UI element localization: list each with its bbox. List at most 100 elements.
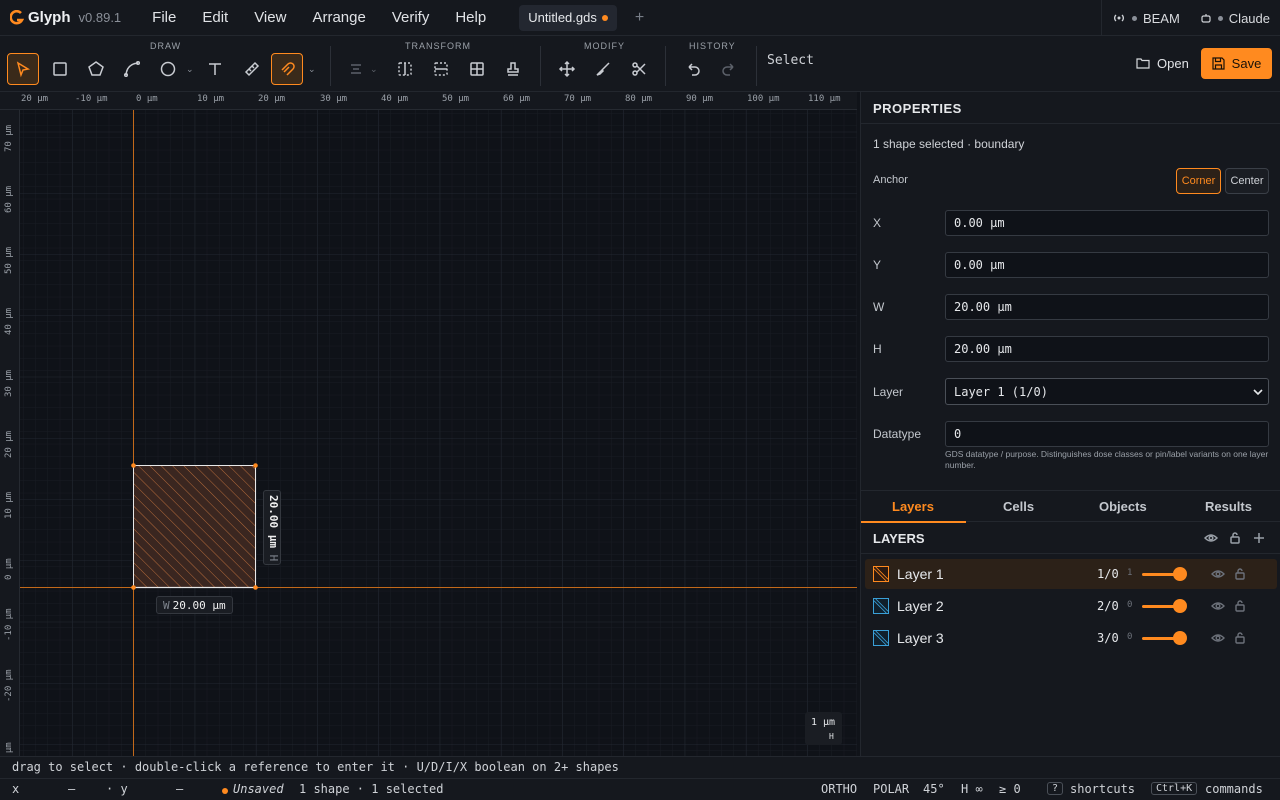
undo-button[interactable] xyxy=(677,53,709,85)
y-input[interactable]: 0.00 µm xyxy=(945,252,1269,278)
brush-icon xyxy=(596,62,610,76)
layer-name: Layer 2 xyxy=(897,598,944,614)
ortho-toggle[interactable]: ORTHO xyxy=(821,782,857,796)
unlock-icon[interactable] xyxy=(1233,567,1247,581)
add-layer-plus-icon[interactable] xyxy=(1252,531,1266,545)
move-button[interactable] xyxy=(551,53,583,85)
ruler-x-tick: 100 µm xyxy=(747,94,780,104)
layer-opacity-knob[interactable] xyxy=(1173,567,1187,581)
menu-verify[interactable]: Verify xyxy=(379,9,443,26)
paint-button[interactable] xyxy=(587,53,619,85)
ruler-tool-button[interactable] xyxy=(236,53,268,85)
eye-icon[interactable] xyxy=(1211,631,1225,645)
ruler-x-tick: 10 µm xyxy=(197,94,225,104)
commands-key: Ctrl+K xyxy=(1151,782,1198,795)
layout-canvas[interactable]: 20 µm -10 µm 0 µm 10 µm 20 µm 30 µm 40 µ… xyxy=(0,92,857,756)
height-input[interactable]: 20.00 µm xyxy=(945,336,1269,362)
tab-objects[interactable]: Objects xyxy=(1099,499,1147,514)
claude-indicator[interactable]: Claude xyxy=(1190,11,1280,26)
layer-opacity-knob[interactable] xyxy=(1173,631,1187,645)
layer-select[interactable]: Layer 1 (1/0) xyxy=(945,378,1269,405)
angle-step[interactable]: 45° xyxy=(923,782,945,796)
layer-name: Layer 1 xyxy=(897,566,944,582)
menu-file[interactable]: File xyxy=(139,9,189,26)
x-input[interactable]: 0.00 µm xyxy=(945,210,1269,236)
beam-indicator[interactable]: BEAM xyxy=(1102,11,1190,26)
canvas-grid[interactable] xyxy=(20,110,857,756)
unlock-icon[interactable] xyxy=(1233,631,1247,645)
eye-icon[interactable] xyxy=(1204,531,1218,545)
stamp-button[interactable] xyxy=(497,53,529,85)
square-icon xyxy=(53,62,67,76)
ruler-y-tick: 0 µm xyxy=(4,742,14,756)
x-label: X xyxy=(873,216,882,230)
ruler-x-tick: 50 µm xyxy=(442,94,470,104)
anchor-corner-button[interactable]: Corner xyxy=(1176,168,1221,194)
group-label-history: HISTORY xyxy=(689,41,736,51)
glyph-logo-icon xyxy=(10,9,24,24)
main-menu: File Edit View Arrange Verify Help xyxy=(139,9,499,26)
circle-dropdown-chevron-icon[interactable]: ⌄ xyxy=(186,64,194,75)
snap-dropdown-chevron-icon[interactable]: ⌄ xyxy=(308,64,316,75)
polygon-tool-button[interactable] xyxy=(80,53,112,85)
tab-cells[interactable]: Cells xyxy=(1003,499,1034,514)
tab-layers[interactable]: Layers xyxy=(892,499,934,514)
text-tool-button[interactable] xyxy=(199,53,231,85)
unlock-icon[interactable] xyxy=(1233,599,1247,613)
layer-row[interactable]: Layer 3 3/0 0 xyxy=(865,623,1277,653)
anchor-center-button[interactable]: Center xyxy=(1225,168,1269,194)
align-button[interactable] xyxy=(340,53,372,85)
cut-button[interactable] xyxy=(623,53,655,85)
layers-header-actions xyxy=(1204,531,1266,545)
layer-opacity-knob[interactable] xyxy=(1173,599,1187,613)
path-tool-button[interactable] xyxy=(116,53,148,85)
scissors-icon xyxy=(632,62,646,76)
flip-vertical-button[interactable] xyxy=(425,53,457,85)
commands-link[interactable]: commands xyxy=(1205,782,1263,796)
grid-icon xyxy=(470,62,484,76)
menu-edit[interactable]: Edit xyxy=(189,9,241,26)
scale-unit: H xyxy=(829,732,834,741)
w-label: W xyxy=(873,300,885,314)
layer-shape-count: 0 xyxy=(1127,600,1133,610)
layer-row[interactable]: Layer 1 1/0 1 xyxy=(865,559,1277,589)
redo-button[interactable] xyxy=(713,53,745,85)
ruler-y-tick: 60 µm xyxy=(4,185,14,213)
rectangle-tool-button[interactable] xyxy=(44,53,76,85)
flip-horizontal-button[interactable] xyxy=(389,53,421,85)
select-tool-button[interactable] xyxy=(7,53,39,85)
height-dimension-label: 20.00 µm H xyxy=(263,490,281,565)
new-tab-plus-icon[interactable]: + xyxy=(635,9,644,27)
array-button[interactable] xyxy=(461,53,493,85)
menu-arrange[interactable]: Arrange xyxy=(299,9,378,26)
align-dropdown-chevron-icon[interactable]: ⌄ xyxy=(370,64,378,75)
ruler-x-tick: 0 µm xyxy=(136,94,158,104)
menu-view[interactable]: View xyxy=(241,9,299,26)
y-label: Y xyxy=(873,258,882,272)
shortcuts-key: ? xyxy=(1047,782,1064,795)
open-button[interactable]: Open xyxy=(1126,48,1199,78)
folder-icon xyxy=(1136,58,1150,69)
width-input[interactable]: 20.00 µm xyxy=(945,294,1269,320)
ruler-left: 70 µm 60 µm 50 µm 40 µm 30 µm 20 µm 10 µ… xyxy=(0,110,20,756)
selected-boundary-shape[interactable] xyxy=(131,463,258,590)
layer-swatch-icon xyxy=(873,566,889,582)
layer-row[interactable]: Layer 2 2/0 0 xyxy=(865,591,1277,621)
snap-magnet-button[interactable] xyxy=(271,53,303,85)
circle-tool-button[interactable] xyxy=(152,53,184,85)
tab-results[interactable]: Results xyxy=(1205,499,1252,514)
menu-help[interactable]: Help xyxy=(442,9,499,26)
layer-select-value: Layer 1 (1/0) xyxy=(954,384,1048,399)
save-button[interactable]: Save xyxy=(1201,48,1272,79)
eye-icon[interactable] xyxy=(1211,599,1225,613)
flip-horizontal-icon xyxy=(398,62,412,76)
datatype-input[interactable]: 0 xyxy=(945,421,1269,447)
eye-icon[interactable] xyxy=(1211,567,1225,581)
selection-count: 1 shape · 1 selected xyxy=(299,782,444,796)
polar-toggle[interactable]: POLAR xyxy=(873,782,909,796)
unlock-icon[interactable] xyxy=(1228,531,1242,545)
shortcuts-link[interactable]: shortcuts xyxy=(1070,782,1135,796)
layer-shape-count: 0 xyxy=(1127,632,1133,642)
file-tab[interactable]: Untitled.gds xyxy=(519,4,617,31)
move-icon xyxy=(558,60,576,78)
